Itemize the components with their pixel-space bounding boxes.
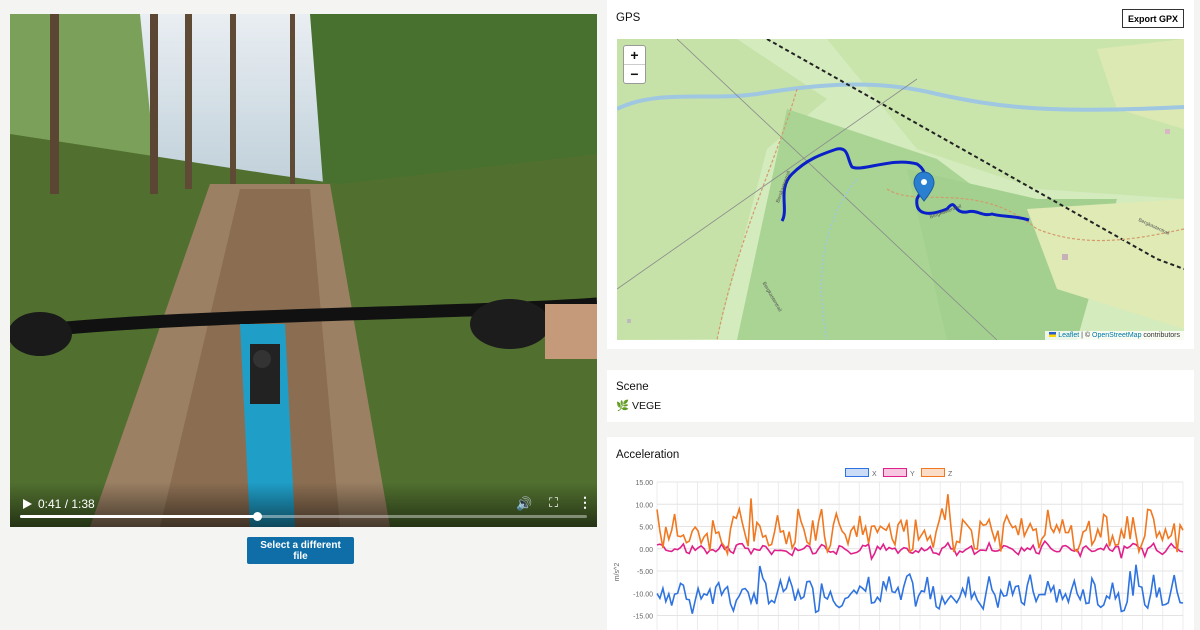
zoom-out-button[interactable]: −	[624, 64, 645, 83]
scene-value: 🌿 VEGE	[616, 400, 662, 412]
y-tick-label: -5.00	[637, 569, 653, 576]
export-gpx-button[interactable]: Export GPX	[1122, 9, 1184, 28]
y-axis-label: m/s^2	[614, 563, 621, 582]
gps-map[interactable]: + − Bergkastentrail Bergkastentrail Berg…	[617, 39, 1184, 340]
gps-title: GPS	[616, 12, 641, 24]
zoom-in-button[interactable]: +	[624, 46, 645, 64]
video-frame	[10, 14, 597, 527]
volume-icon[interactable]: 🔊	[516, 496, 532, 512]
scene-panel: Scene 🌿 VEGE	[607, 370, 1194, 422]
map-attribution: Leaflet | © OpenStreetMap contributors	[1045, 331, 1184, 340]
flag-icon	[1049, 332, 1057, 337]
y-tick-label: 5.00	[639, 525, 653, 532]
seek-bar-handle[interactable]	[253, 512, 262, 521]
leaflet-link[interactable]: Leaflet	[1058, 332, 1079, 339]
map-canvas	[617, 39, 1184, 340]
y-tick-label: -15.00	[633, 614, 653, 621]
seek-bar-fill	[20, 515, 257, 518]
y-tick-label: 10.00	[635, 502, 653, 509]
more-options-icon[interactable]: ⋮	[578, 494, 592, 511]
video-column: 0:41 / 1:38 🔊 ⛶ ⋮	[10, 14, 597, 527]
osm-link[interactable]: OpenStreetMap	[1092, 332, 1141, 339]
scene-title: Scene	[616, 381, 649, 393]
zoom-control: + −	[623, 45, 646, 84]
select-file-button[interactable]: Select a different file	[247, 537, 354, 564]
video-player[interactable]: 0:41 / 1:38 🔊 ⛶ ⋮	[10, 14, 597, 527]
attribution-text: contributors	[1141, 332, 1180, 339]
play-button[interactable]	[20, 497, 34, 511]
video-controls: 0:41 / 1:38 🔊 ⛶ ⋮	[10, 482, 597, 527]
acceleration-title: Acceleration	[616, 449, 680, 461]
acceleration-chart: 15.00 10.00 5.00 0.00 -5.00 -10.00 -15.00 m/s^2	[614, 480, 1184, 630]
y-tick-label: 15.00	[635, 480, 653, 487]
fullscreen-icon[interactable]: ⛶	[549, 495, 558, 511]
gps-panel: GPS Export GPX + − Bergkastentrail Bergk…	[607, 0, 1194, 349]
attribution-separator: | ©	[1079, 332, 1093, 339]
y-tick-label: 0.00	[639, 547, 653, 554]
acceleration-panel: Acceleration X Y Z 15.00 10.00 5.00 0.00 -5.…	[607, 437, 1194, 630]
video-time: 0:41 / 1:38	[38, 497, 95, 511]
seek-bar[interactable]	[20, 512, 587, 521]
y-tick-label: -10.00	[633, 591, 653, 598]
